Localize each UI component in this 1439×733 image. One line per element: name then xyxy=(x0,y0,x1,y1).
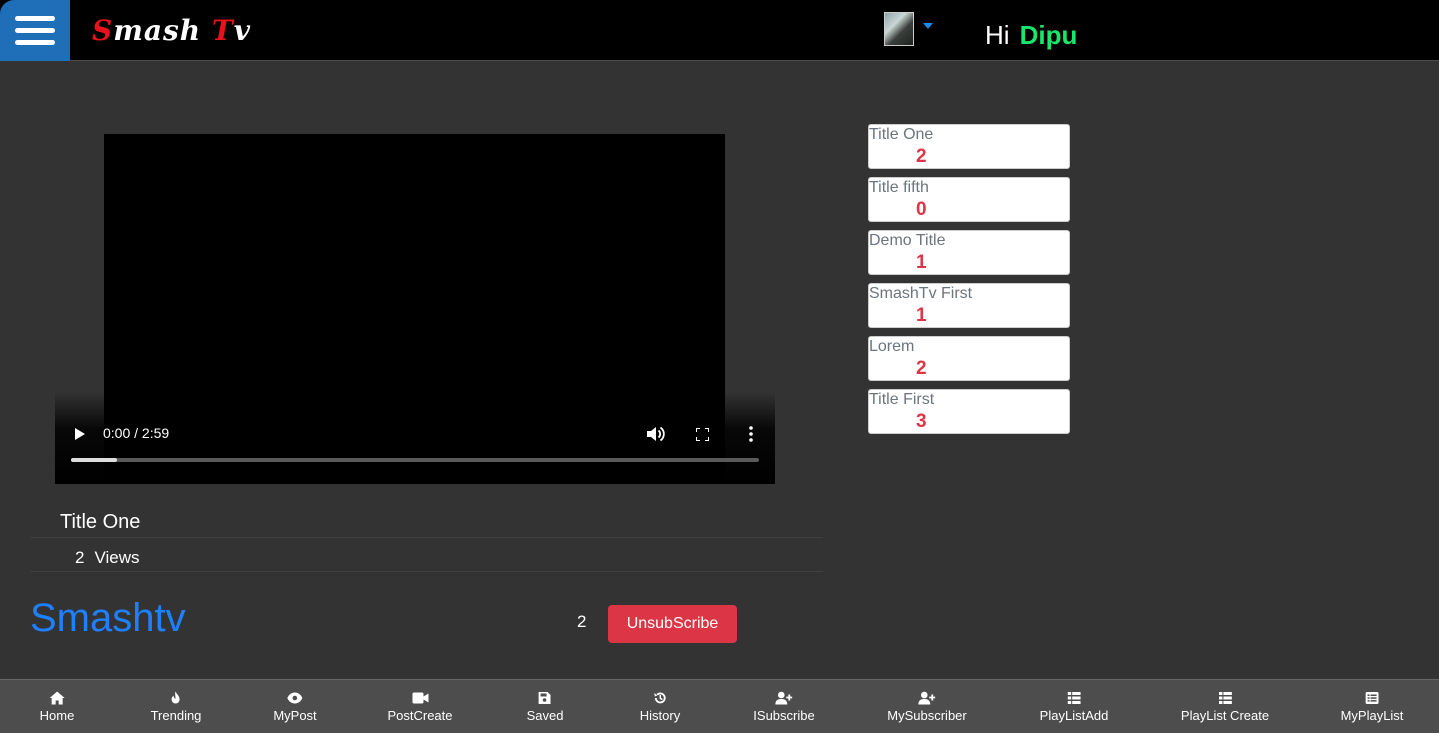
nav-label: PlayListAdd xyxy=(1039,708,1109,723)
video-list-item[interactable]: SmashTv First 1 xyxy=(868,283,1070,328)
user-plus-icon xyxy=(775,691,793,705)
nav-label: MyPlayList xyxy=(1340,708,1404,723)
list-grid-icon xyxy=(1067,692,1081,704)
top-navbar: Smash Tv Hi Dipu xyxy=(0,0,1439,61)
nav-playlist-create[interactable]: PlayList Create xyxy=(1181,680,1269,733)
subscriber-count: 2 xyxy=(577,612,587,631)
video-title: Title One xyxy=(60,511,141,533)
video-list-item[interactable]: Demo Title 1 xyxy=(868,230,1070,275)
nav-label: ISubscribe xyxy=(753,708,815,723)
nav-myplaylist[interactable]: MyPlayList xyxy=(1340,680,1404,733)
list-item-title: Lorem xyxy=(869,338,915,355)
nav-label: History xyxy=(639,708,681,723)
video-list: Title One 2 Title fifth 0 Demo Title 1 Smas… xyxy=(868,124,1070,442)
brand-text-mash: mash xyxy=(113,14,212,47)
menu-icon-bar xyxy=(15,40,55,45)
nav-label: PostCreate xyxy=(387,708,453,723)
list-item-count: 1 xyxy=(916,305,927,326)
views-label: Views xyxy=(94,548,140,567)
nav-home[interactable]: Home xyxy=(39,680,75,733)
video-list-item[interactable]: Lorem 2 xyxy=(868,336,1070,381)
nav-label: Home xyxy=(39,708,75,723)
list-item-title: Title fifth xyxy=(869,179,929,196)
video-progress-bar[interactable] xyxy=(71,458,759,462)
nav-trending[interactable]: Trending xyxy=(150,680,202,733)
nav-label: Saved xyxy=(526,708,564,723)
home-icon xyxy=(49,691,65,705)
nav-label: PlayList Create xyxy=(1180,708,1270,723)
list-item-count: 0 xyxy=(916,199,927,220)
brand-text-v: v xyxy=(233,14,251,47)
fire-icon xyxy=(171,691,180,704)
menu-icon-bar xyxy=(15,28,55,33)
video-time: 0:00 / 2:59 xyxy=(103,425,170,441)
avatar[interactable] xyxy=(884,12,914,46)
list-item-title: SmashTv First xyxy=(869,285,973,302)
video-list-item[interactable]: Title One 2 xyxy=(868,124,1070,169)
brand-letter-t: T xyxy=(211,14,234,47)
list-item-title: Demo Title xyxy=(869,232,946,249)
caret-down-icon[interactable] xyxy=(923,23,933,29)
list-item-count: 2 xyxy=(916,358,927,379)
play-icon[interactable] xyxy=(75,428,85,440)
nav-label: Trending xyxy=(150,708,202,723)
menu-icon-bar xyxy=(15,16,55,21)
bottom-nav: Home Trending MyPost PostCreate Saved Hi… xyxy=(0,679,1439,733)
list-item-count: 3 xyxy=(916,411,927,432)
nav-mysubscriber[interactable]: MySubscriber xyxy=(887,680,967,733)
history-icon xyxy=(653,692,666,704)
unsubscribe-button[interactable]: UnsubScribe xyxy=(608,605,737,643)
brand-letter-s: S xyxy=(92,14,114,47)
volume-icon[interactable] xyxy=(647,426,665,442)
list-alt-icon xyxy=(1365,692,1379,704)
view-count: 2 Views xyxy=(75,548,140,568)
video-list-item[interactable]: Title First 3 xyxy=(868,389,1070,434)
fullscreen-icon[interactable] xyxy=(696,428,709,441)
video-player[interactable]: 0:00 / 2:59 xyxy=(55,134,775,484)
list-item-count: 1 xyxy=(916,252,927,273)
views-number: 2 xyxy=(75,548,85,567)
user-plus-icon xyxy=(918,691,936,705)
brand-logo[interactable]: Smash Tv xyxy=(92,14,251,47)
nav-mypost[interactable]: MyPost xyxy=(273,680,317,733)
divider xyxy=(30,571,823,572)
video-list-item[interactable]: Title fifth 0 xyxy=(868,177,1070,222)
nav-label: MyPost xyxy=(273,708,317,723)
save-icon xyxy=(539,692,551,704)
nav-isubscribe[interactable]: ISubscribe xyxy=(753,680,815,733)
list-item-title: Title First xyxy=(869,391,935,408)
user-greeting: Hi Dipu xyxy=(985,20,1077,51)
eye-icon xyxy=(287,692,303,704)
divider xyxy=(30,537,823,538)
video-progress-fill xyxy=(71,458,118,462)
user-name: Dipu xyxy=(1019,20,1078,50)
nav-postcreate[interactable]: PostCreate xyxy=(387,680,453,733)
video-controls: 0:00 / 2:59 xyxy=(55,392,775,484)
channel-name-link[interactable]: Smashtv xyxy=(30,596,186,641)
nav-playlistadd[interactable]: PlayListAdd xyxy=(1039,680,1109,733)
list-item-count: 2 xyxy=(916,146,927,167)
list-grid-icon xyxy=(1218,692,1232,704)
video-camera-icon xyxy=(411,692,428,704)
more-vertical-icon[interactable] xyxy=(749,426,753,442)
nav-saved[interactable]: Saved xyxy=(526,680,564,733)
greeting-text: Hi xyxy=(985,20,1010,50)
list-item-title: Title One xyxy=(869,126,934,143)
nav-history[interactable]: History xyxy=(640,680,680,733)
nav-label: MySubscriber xyxy=(887,708,967,723)
menu-button[interactable] xyxy=(0,0,70,61)
